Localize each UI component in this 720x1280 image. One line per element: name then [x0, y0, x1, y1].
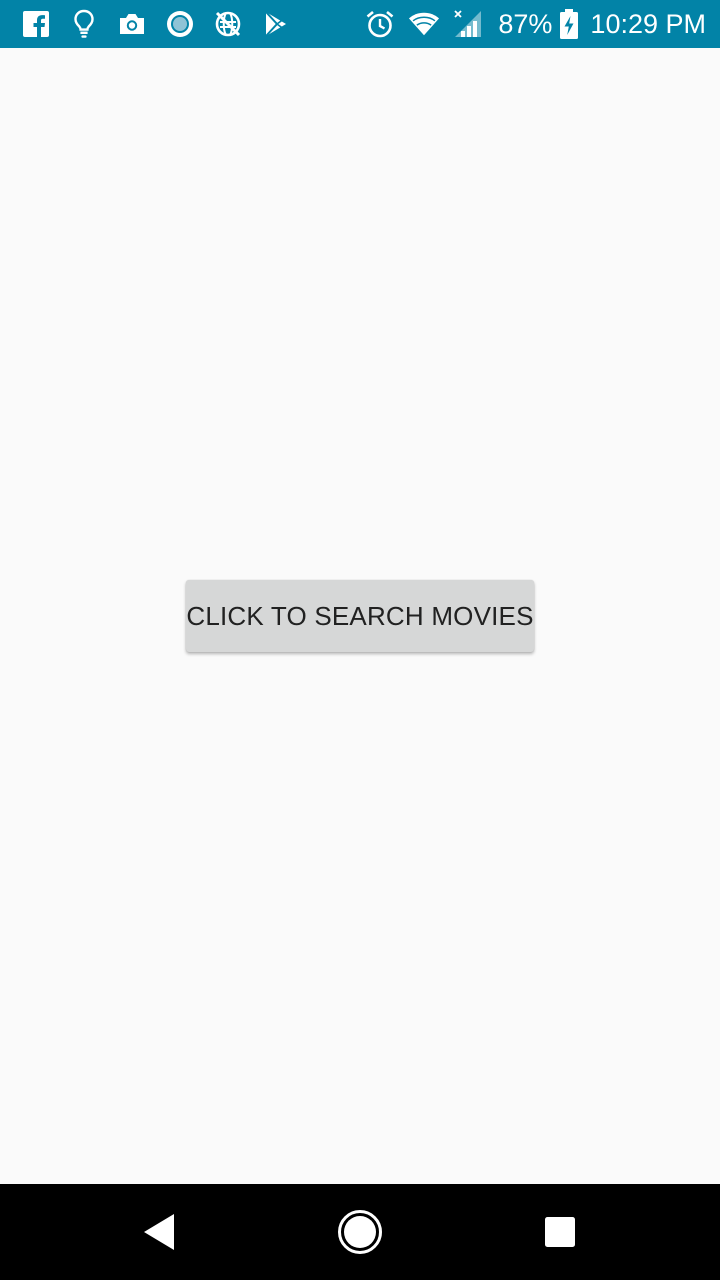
main-content: CLICK TO SEARCH MOVIES	[0, 48, 720, 1184]
notification-icons	[20, 8, 308, 40]
screen: 87% 10:29 PM CLICK TO SEARCH MOVIES	[0, 0, 720, 1280]
recents-icon[interactable]	[536, 1208, 584, 1256]
camera-icon	[116, 8, 148, 40]
lightbulb-icon	[68, 8, 100, 40]
status-bar: 87% 10:29 PM	[0, 0, 720, 48]
system-status: 87% 10:29 PM	[352, 8, 706, 40]
navigation-bar	[0, 1184, 720, 1280]
play-store-icon	[260, 8, 292, 40]
cellular-signal-icon	[452, 8, 484, 40]
clock: 10:29 PM	[590, 8, 706, 39]
sync-disabled-icon	[212, 8, 244, 40]
home-icon[interactable]	[336, 1208, 384, 1256]
battery-charging-icon	[558, 8, 580, 40]
wifi-icon	[408, 8, 440, 40]
alarm-icon	[364, 8, 396, 40]
back-icon[interactable]	[136, 1208, 184, 1256]
facebook-icon	[20, 8, 52, 40]
battery-percentage: 87%	[498, 8, 553, 39]
circle-app-icon	[164, 8, 196, 40]
search-movies-button[interactable]: CLICK TO SEARCH MOVIES	[186, 580, 534, 652]
